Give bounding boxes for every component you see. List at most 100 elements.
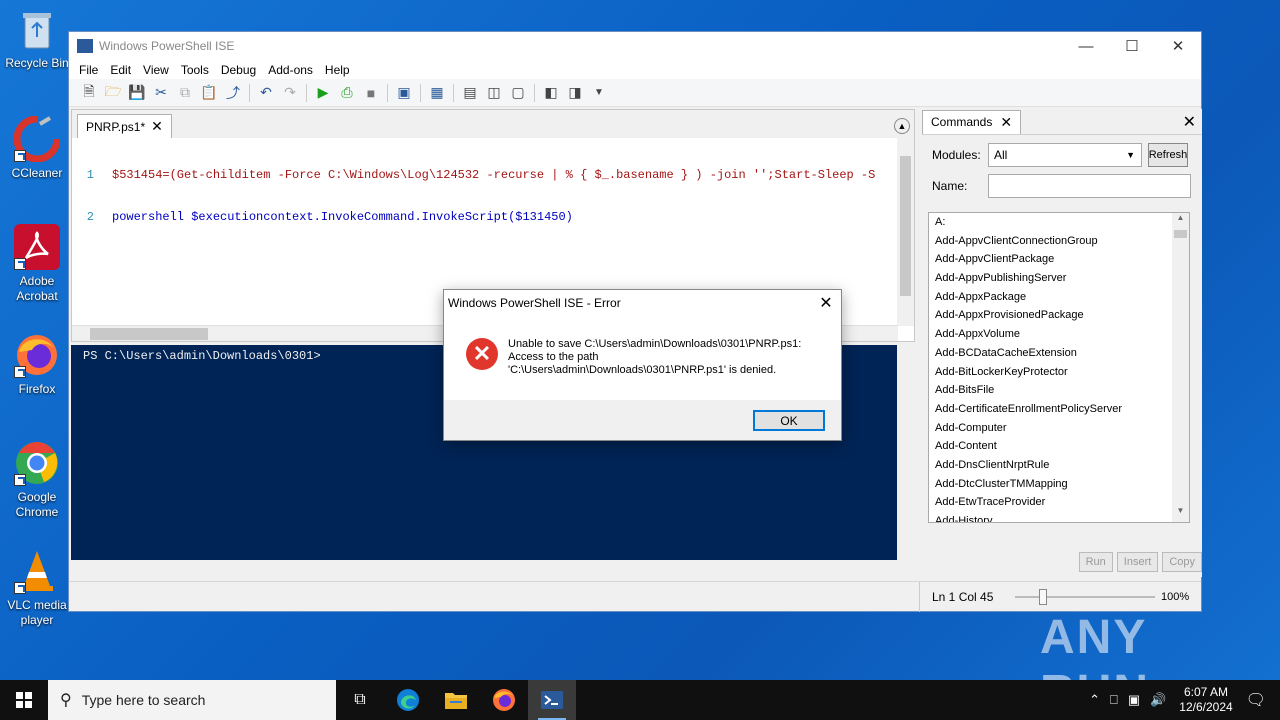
paste-icon[interactable]: 📋 (197, 82, 221, 104)
desktop-icon-firefox[interactable]: Firefox (2, 332, 72, 397)
code-text: $531454=(Get-childitem -Force C:\Windows… (112, 168, 876, 182)
insert-button[interactable]: Insert (1116, 552, 1159, 572)
desktop-icon-google-chrome[interactable]: Google Chrome (2, 440, 72, 520)
menu-file[interactable]: File (73, 63, 104, 77)
command-list-item[interactable]: Add-AppvClientConnectionGroup (929, 232, 1189, 251)
taskbar-edge[interactable] (384, 680, 432, 720)
show-script-pane-icon[interactable]: ◧ (539, 82, 563, 104)
dialog-message-line: 'C:\Users\admin\Downloads\0301\PNRP.ps1'… (508, 364, 777, 376)
console-horizontal-scrollbar[interactable] (71, 560, 915, 576)
command-list-item[interactable]: Add-BitsFile (929, 381, 1189, 400)
taskbar-file-explorer[interactable] (432, 680, 480, 720)
close-commands-pane-icon[interactable]: ✕ (1183, 112, 1196, 132)
scroll-thumb[interactable] (90, 328, 208, 340)
console-vertical-scrollbar[interactable] (897, 345, 914, 560)
collapse-script-pane-icon[interactable]: ▲ (894, 118, 910, 134)
chevron-up-icon[interactable]: ⌃ (1084, 692, 1105, 708)
desktop-icon-label: Firefox (18, 382, 56, 396)
scroll-down-icon[interactable]: ▼ (1172, 506, 1189, 522)
dialog-close-button[interactable]: ✕ (811, 293, 841, 313)
menu-help[interactable]: Help (319, 63, 356, 77)
menu-view[interactable]: View (137, 63, 175, 77)
desktop-icon-vlc[interactable]: VLC media player (2, 548, 72, 628)
copy-button[interactable]: Copy (1162, 552, 1202, 572)
network-status-icon[interactable]: ⎕ (1105, 692, 1123, 708)
run-selection-icon[interactable]: ⎙ (335, 82, 359, 104)
toolbar-overflow-icon[interactable]: ▼ (587, 82, 611, 104)
error-icon: ✕ (466, 338, 498, 370)
scroll-up-icon[interactable]: ▲ (1172, 213, 1189, 229)
modules-select[interactable]: All ▼ (988, 143, 1142, 167)
close-button[interactable]: ✕ (1155, 32, 1201, 60)
task-view-button[interactable]: ⧉ (336, 680, 384, 720)
network-icon[interactable]: ▣ (1123, 692, 1145, 708)
command-list-item[interactable]: Add-AppxPackage (929, 288, 1189, 307)
close-tab-icon[interactable]: ✕ (151, 118, 163, 135)
desktop-icon-label: Adobe Acrobat (16, 274, 58, 303)
command-list-item[interactable]: Add-DtcClusterTMMapping (929, 475, 1189, 494)
command-list-item[interactable]: Add-Computer (929, 419, 1189, 438)
desktop-icon-recycle-bin[interactable]: Recycle Bin (2, 8, 72, 71)
cut-icon[interactable]: ✂ (149, 82, 173, 104)
desktop-icon-ccleaner[interactable]: CCleaner (2, 115, 72, 181)
volume-icon[interactable]: 🔊 (1145, 692, 1171, 708)
save-icon[interactable]: 💾 (125, 82, 149, 104)
menu-edit[interactable]: Edit (104, 63, 137, 77)
menu-tools[interactable]: Tools (175, 63, 215, 77)
dialog-title-bar[interactable]: Windows PowerShell ISE - Error ✕ (444, 290, 841, 316)
new-file-icon[interactable]: 🗎 (77, 82, 101, 104)
start-powershell-icon[interactable]: ▦ (425, 82, 449, 104)
layout-right-icon[interactable]: ◫ (482, 82, 506, 104)
editor-vertical-scrollbar[interactable] (897, 138, 914, 326)
command-list-item[interactable]: Add-History (929, 512, 1189, 522)
show-commands-icon[interactable]: ◨ (563, 82, 587, 104)
run-button[interactable]: Run (1078, 552, 1113, 572)
commands-list[interactable]: A: Add-AppvClientConnectionGroup Add-AppvC… (928, 212, 1190, 523)
taskbar-firefox[interactable] (480, 680, 528, 720)
command-list-item[interactable]: Add-AppvClientPackage (929, 250, 1189, 269)
command-list-item[interactable]: Add-BCDataCacheExtension (929, 344, 1189, 363)
desktop-icon-adobe-acrobat[interactable]: Adobe Acrobat (2, 224, 72, 304)
command-list-item[interactable]: Add-AppxProvisionedPackage (929, 306, 1189, 325)
title-bar[interactable]: Windows PowerShell ISE — ☐ ✕ (69, 32, 1201, 60)
notification-icon[interactable]: 🗨 (1241, 690, 1280, 710)
ok-button[interactable]: OK (753, 410, 825, 431)
refresh-button[interactable]: Refresh (1148, 143, 1188, 167)
code-editor[interactable]: 1 $531454=(Get-childitem -Force C:\Windo… (72, 138, 898, 252)
copy-icon[interactable]: ⧉ (173, 82, 197, 104)
layout-max-icon[interactable]: ▢ (506, 82, 530, 104)
open-folder-icon[interactable]: 🗁 (101, 82, 125, 104)
start-button[interactable] (0, 680, 48, 720)
command-list-item[interactable]: Add-DnsClientNrptRule (929, 456, 1189, 475)
commands-tab[interactable]: Commands ✕ (922, 109, 1022, 134)
zoom-slider-track[interactable] (1015, 596, 1155, 598)
clock[interactable]: 6:07 AM 12/6/2024 (1171, 685, 1240, 715)
name-input[interactable] (988, 174, 1191, 198)
menu-add-ons[interactable]: Add-ons (262, 63, 319, 77)
command-list-item[interactable]: A: (929, 213, 1189, 232)
undo-icon[interactable]: ↶ (254, 82, 278, 104)
menu-debug[interactable]: Debug (215, 63, 262, 77)
command-list-item[interactable]: Add-AppvPublishingServer (929, 269, 1189, 288)
layout-top-icon[interactable]: ▤ (458, 82, 482, 104)
command-list-item[interactable]: Add-EtwTraceProvider (929, 493, 1189, 512)
zoom-slider-thumb[interactable] (1039, 589, 1047, 605)
scroll-thumb[interactable] (1174, 230, 1187, 238)
close-tab-icon[interactable]: ✕ (1000, 114, 1012, 131)
command-list-item[interactable]: Add-CertificateEnrollmentPolicyServer (929, 400, 1189, 419)
remote-powershell-icon[interactable]: ▣ (392, 82, 416, 104)
command-list-item[interactable]: Add-AppxVolume (929, 325, 1189, 344)
command-list-item[interactable]: Add-Content (929, 437, 1189, 456)
taskbar-search[interactable]: ⚲ Type here to search (48, 680, 336, 720)
scroll-thumb[interactable] (900, 156, 911, 296)
command-list-item[interactable]: Add-BitLockerKeyProtector (929, 363, 1189, 382)
run-script-icon[interactable]: ▶ (311, 82, 335, 104)
maximize-button[interactable]: ☐ (1109, 32, 1155, 60)
redo-icon[interactable]: ↷ (278, 82, 302, 104)
script-tab[interactable]: PNRP.ps1* ✕ (77, 114, 172, 138)
clear-console-icon[interactable]: ⤴ (221, 82, 245, 104)
commands-list-scrollbar[interactable]: ▲ ▼ (1172, 213, 1189, 522)
stop-icon[interactable]: ■ (359, 82, 383, 104)
taskbar-powershell-ise[interactable] (528, 680, 576, 720)
minimize-button[interactable]: — (1063, 32, 1109, 60)
